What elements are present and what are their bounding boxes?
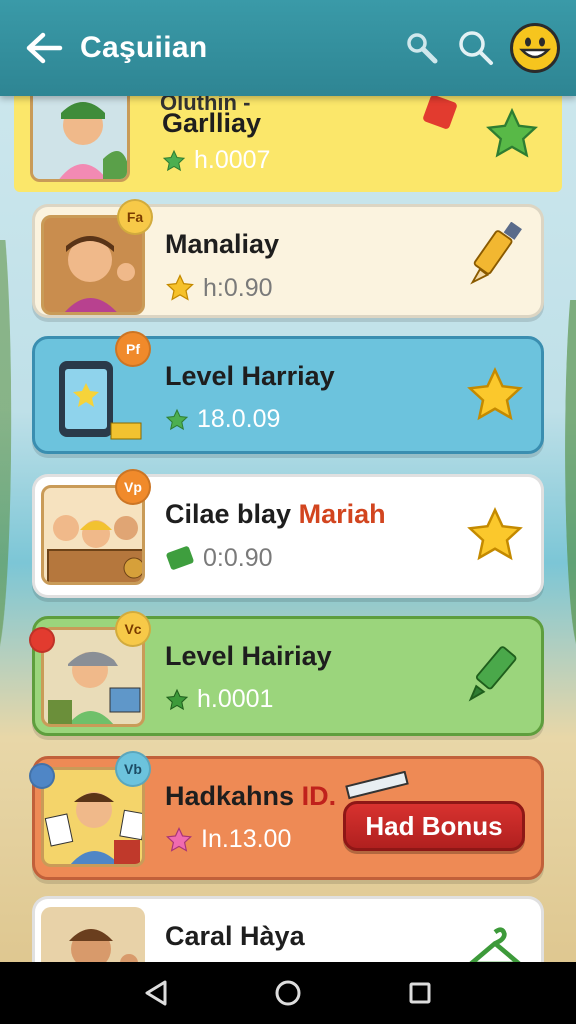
nav-home-button[interactable] [268, 973, 308, 1013]
list-item-3[interactable]: Vp Cilae blay Mariah 0:0.90 [32, 469, 544, 598]
corner-badge: Vp [115, 469, 151, 505]
home-circle-icon [275, 980, 301, 1006]
list-item-4[interactable]: Vc Level Hairiay h.0001 [29, 611, 544, 736]
gold-star-icon [467, 507, 523, 561]
item-meta-value: h.0001 [197, 685, 274, 713]
page-title: Caşuiian [80, 31, 208, 64]
list-item-6[interactable]: Caral Hàya [32, 896, 544, 962]
green-star-icon [165, 688, 189, 710]
profile-avatar-button[interactable] [510, 23, 560, 73]
gold-star-icon [467, 367, 523, 421]
item-action[interactable] [465, 365, 525, 425]
item-meta: h:0.90 [165, 273, 273, 303]
item-title-accent: Mariah [298, 499, 386, 529]
app-bar: Caşuiian [0, 0, 576, 96]
item-title: Manaliay [165, 229, 280, 259]
search-icon [459, 31, 493, 65]
item-action[interactable] [482, 104, 542, 164]
bonus-button[interactable]: Had Bonus [343, 801, 525, 851]
back-triangle-icon [145, 980, 167, 1006]
corner-badge: Vb [115, 751, 151, 787]
smiley-avatar-icon [519, 37, 551, 59]
item-title-main: Hadkahns [165, 781, 295, 811]
green-star-icon [162, 149, 186, 171]
item-meta-value: h.0007 [194, 146, 271, 174]
item-title: Caral Hàya [165, 921, 305, 951]
back-button[interactable] [20, 24, 68, 72]
item-meta: In.13.00 [165, 825, 291, 854]
item-thumbnail [41, 907, 145, 962]
corner-badge: Pf [115, 331, 151, 367]
item-meta: h.0001 [165, 685, 273, 714]
pink-star-icon [166, 826, 192, 852]
nav-back-button[interactable] [136, 973, 176, 1013]
corner-badge: Vc [115, 611, 151, 647]
level-list: Oluthin - Garlliay h.0007 Fa Manaliay h:… [0, 96, 576, 962]
list-item-1[interactable]: Fa Manaliay h:0.90 [32, 199, 544, 318]
item-meta-value: 0:0.90 [203, 543, 273, 572]
item-action[interactable] [465, 919, 525, 962]
list-item-0[interactable]: Oluthin - Garlliay h.0007 [14, 96, 562, 192]
item-meta: h.0007 [162, 146, 270, 175]
green-star-icon [486, 107, 538, 158]
magnifier-button[interactable] [398, 24, 446, 72]
corner-badge: Fa [117, 199, 153, 235]
item-title: Garlliay [162, 108, 262, 138]
item-title-main: Cilae blay [165, 499, 292, 529]
red-dot-icon [29, 627, 55, 653]
item-action[interactable] [465, 222, 525, 287]
green-hanger-icon [469, 927, 521, 962]
item-meta-value: In.13.00 [201, 825, 292, 853]
pencil-icon [470, 222, 522, 285]
arrow-left-icon [26, 32, 63, 64]
item-title-accent: ID. [301, 781, 337, 811]
item-title: Level Harriay [165, 361, 335, 391]
nav-recents-button[interactable] [400, 973, 440, 1013]
item-title: Cilae blay Mariah [165, 499, 386, 530]
green-star-icon [165, 408, 189, 430]
magnifier-icon [407, 33, 438, 64]
list-item-2[interactable]: Pf Level Harriay 18.0.09 [32, 331, 544, 454]
item-title: Hadkahns ID. [165, 781, 336, 812]
green-pencil-icon [468, 646, 517, 702]
yellow-star-icon [166, 274, 194, 301]
item-title: Level Hairiay [165, 641, 332, 671]
item-meta-value: h:0.90 [203, 273, 273, 302]
system-nav-bar [0, 962, 576, 1024]
ruler-icon [345, 771, 409, 800]
item-action[interactable] [465, 643, 525, 703]
item-action[interactable] [465, 505, 525, 565]
recents-square-icon [409, 982, 431, 1004]
search-button[interactable] [452, 24, 500, 72]
red-gem-icon [422, 96, 458, 130]
item-thumbnail [30, 96, 130, 182]
item-meta: 18.0.09 [165, 405, 280, 434]
green-ticket-icon [166, 546, 194, 570]
item-meta-value: 18.0.09 [197, 405, 281, 433]
blue-star-badge-icon [29, 763, 55, 789]
item-meta: 0:0.90 [165, 543, 273, 573]
list-item-5[interactable]: Vb Hadkahns ID. In.13.00 Had Bonus [29, 751, 544, 880]
